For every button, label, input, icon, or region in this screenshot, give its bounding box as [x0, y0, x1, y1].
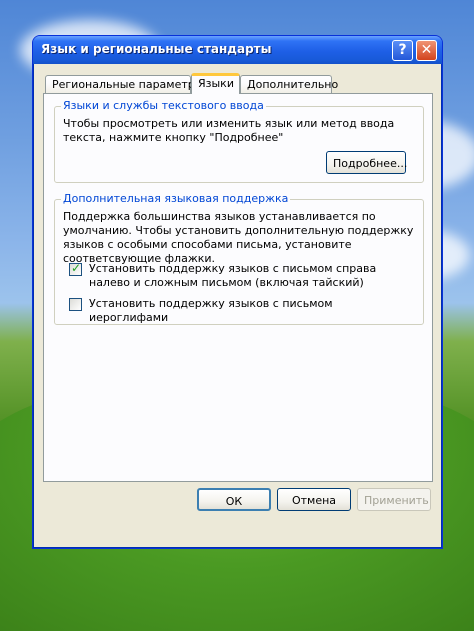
tab-languages[interactable]: Языки	[191, 73, 240, 94]
dialog-window: Язык и региональные стандарты ? ✕ Регион…	[32, 35, 443, 549]
rtl-complex-checkbox[interactable]: ✓	[69, 261, 82, 276]
east-asian-label: Установить поддержку языков с письмом ие…	[89, 297, 333, 324]
text-services-description: Чтобы просмотреть или изменить язык или …	[63, 117, 395, 144]
details-button[interactable]: Подробнее...	[326, 151, 407, 174]
rtl-complex-label: Установить поддержку языков с письмом сп…	[89, 262, 377, 289]
tab-advanced[interactable]: Дополнительно	[240, 75, 338, 93]
east-asian-option[interactable]: Установить поддержку языков с письмом ие…	[69, 297, 415, 324]
checkmark-icon: ✓	[71, 261, 82, 275]
rtl-complex-script-option[interactable]: ✓ Установить поддержку языков с письмом …	[69, 261, 415, 292]
cancel-button[interactable]: Отмена	[277, 488, 351, 511]
window-title: Язык и региональные стандарты	[41, 42, 272, 56]
ok-button[interactable]: ОК	[197, 488, 271, 511]
tab-label: Языки	[198, 77, 234, 90]
text-services-group: Языки и службы текстового ввода Чтобы пр…	[54, 99, 424, 183]
tab-panel-languages: Языки и службы текстового ввода Чтобы пр…	[43, 93, 433, 482]
close-icon: ✕	[420, 42, 433, 58]
help-icon: ?	[398, 42, 407, 58]
east-asian-checkbox[interactable]	[69, 298, 82, 311]
close-button[interactable]: ✕	[416, 40, 437, 61]
help-button[interactable]: ?	[392, 40, 413, 61]
tab-label: Региональные параметры	[52, 78, 204, 91]
title-bar[interactable]: Язык и региональные стандарты ? ✕	[33, 36, 442, 64]
apply-button[interactable]: Применить	[357, 488, 431, 511]
group-title: Дополнительная языковая поддержка	[61, 192, 291, 205]
group-title: Языки и службы текстового ввода	[61, 99, 266, 112]
supplemental-language-group: Дополнительная языковая поддержка Поддер…	[54, 192, 424, 325]
tab-label: Дополнительно	[247, 78, 339, 91]
tab-regional-options[interactable]: Региональные параметры	[45, 75, 203, 93]
supplemental-description: Поддержка большинства языков устанавлива…	[63, 210, 414, 265]
